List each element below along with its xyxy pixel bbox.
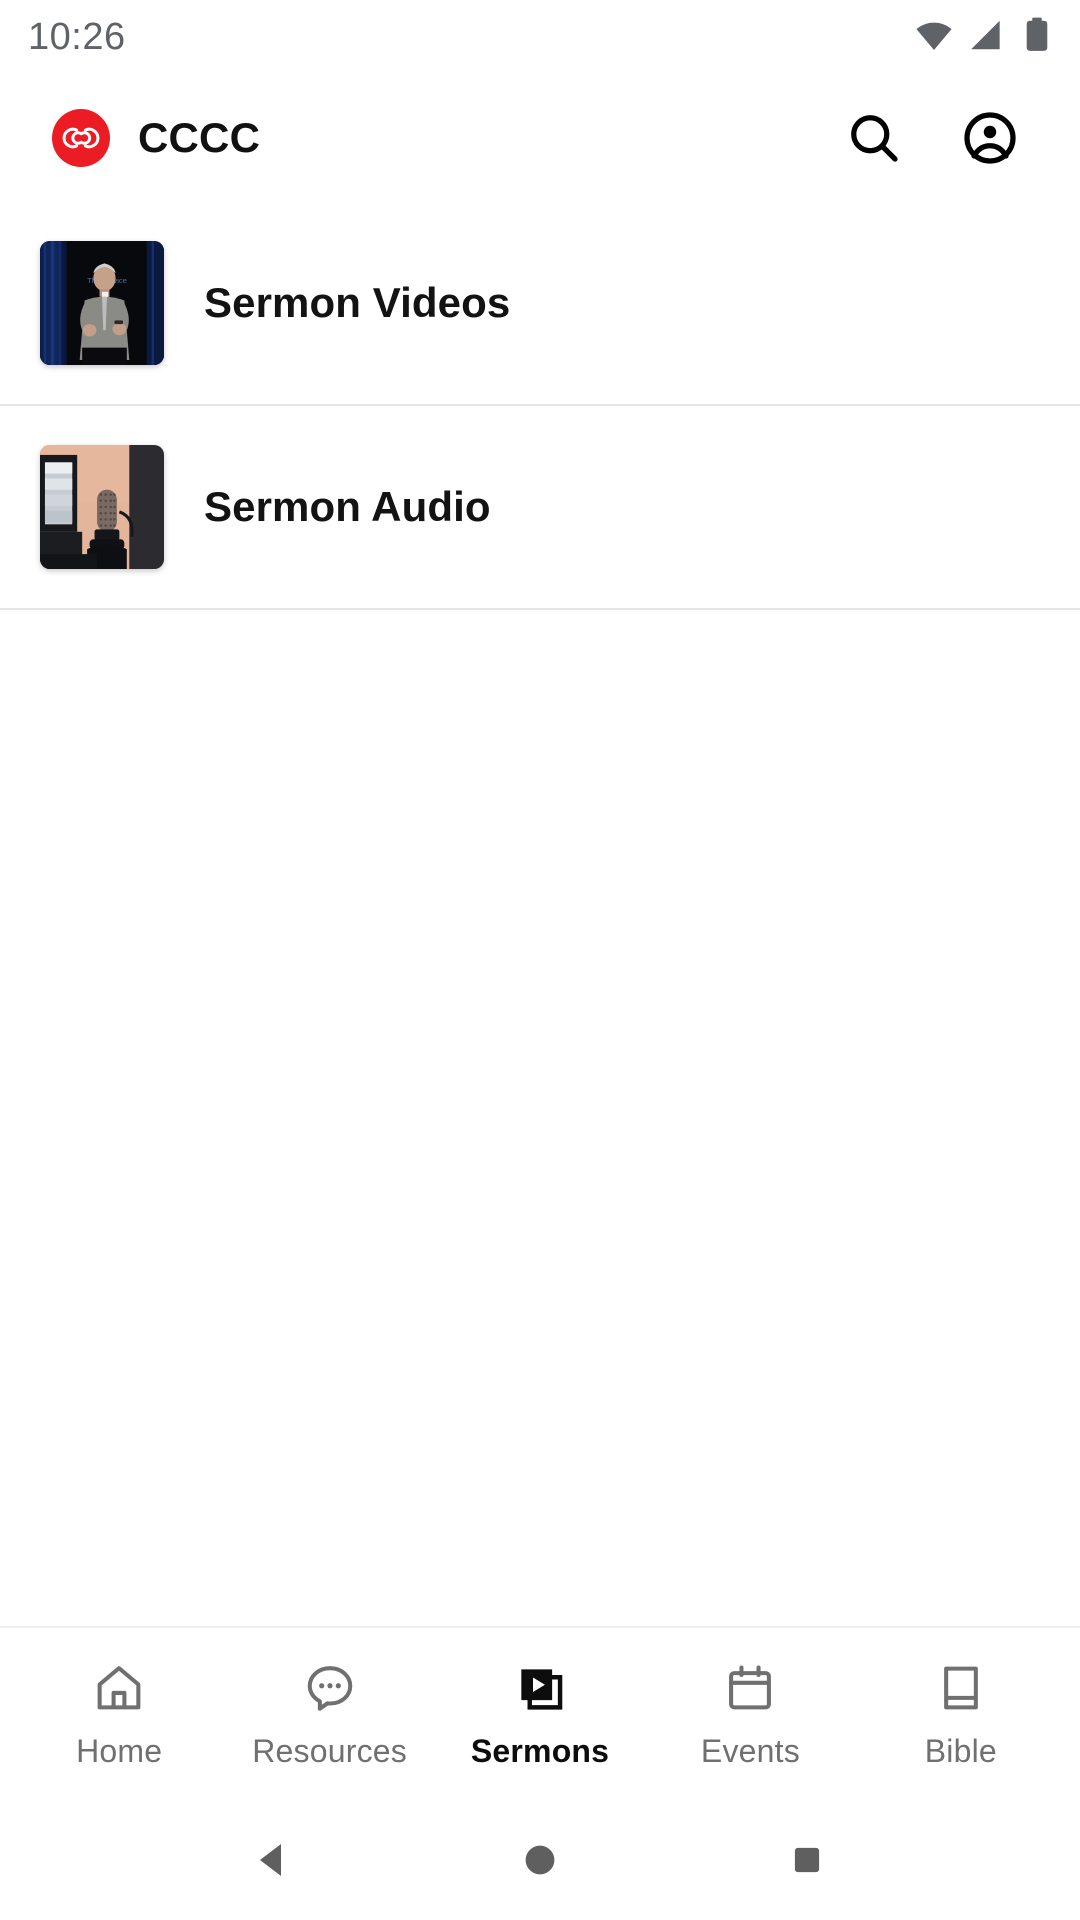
back-button[interactable] [228, 1815, 318, 1905]
sermons-list: The Service Sermon Videos [0, 202, 1080, 1626]
cellular-signal-icon [968, 16, 1006, 59]
nav-label: Home [76, 1732, 163, 1769]
calendar-icon [723, 1659, 777, 1717]
home-icon [92, 1659, 146, 1717]
android-system-navigation [0, 1800, 1080, 1920]
book-icon [934, 1659, 988, 1717]
phone-screen: 10:26 CCCC Sermon Videos Sermon Audio Ho… [0, 0, 1080, 1920]
status-bar-icons [914, 15, 1054, 60]
status-time: 10:26 [28, 16, 126, 58]
status-bar: 10:26 [0, 0, 1080, 74]
wifi-icon [914, 15, 954, 60]
brand-group: CCCC [52, 109, 260, 167]
bottom-navigation: Home Resources Sermons Events Bible [0, 1626, 1080, 1800]
nav-item-bible[interactable]: Bible [856, 1659, 1066, 1770]
chat-bubble-icon [303, 1659, 357, 1717]
list-divider [0, 608, 1080, 610]
battery-icon [1020, 16, 1054, 59]
nav-label: Events [700, 1732, 800, 1769]
list-item-label: Sermon Audio [204, 483, 491, 530]
nav-label: Resources [252, 1732, 407, 1769]
app-bar: CCCC [0, 74, 1080, 202]
nav-item-sermons[interactable]: Sermons [435, 1659, 645, 1770]
nav-item-resources[interactable]: Resources [224, 1659, 434, 1770]
nav-label: Bible [924, 1732, 997, 1769]
account-circle-icon[interactable] [958, 106, 1022, 170]
nav-item-events[interactable]: Events [645, 1659, 855, 1770]
search-icon[interactable] [842, 106, 906, 170]
app-title: CCCC [138, 114, 261, 161]
video-library-icon [512, 1659, 568, 1717]
list-item-label: Sermon Videos [204, 279, 511, 326]
recents-button[interactable] [762, 1815, 852, 1905]
app-bar-actions [842, 106, 1046, 170]
nav-item-home[interactable]: Home [14, 1659, 224, 1770]
list-item[interactable]: Sermon Audio [0, 406, 1080, 608]
studio-microphone-thumbnail [40, 445, 164, 569]
speaker-on-stage-thumbnail: The Service [40, 241, 164, 365]
nav-label: Sermons [470, 1732, 610, 1769]
home-button[interactable] [495, 1815, 585, 1905]
cccc-logo-icon [52, 109, 110, 167]
list-item[interactable]: The Service Sermon Videos [0, 202, 1080, 404]
